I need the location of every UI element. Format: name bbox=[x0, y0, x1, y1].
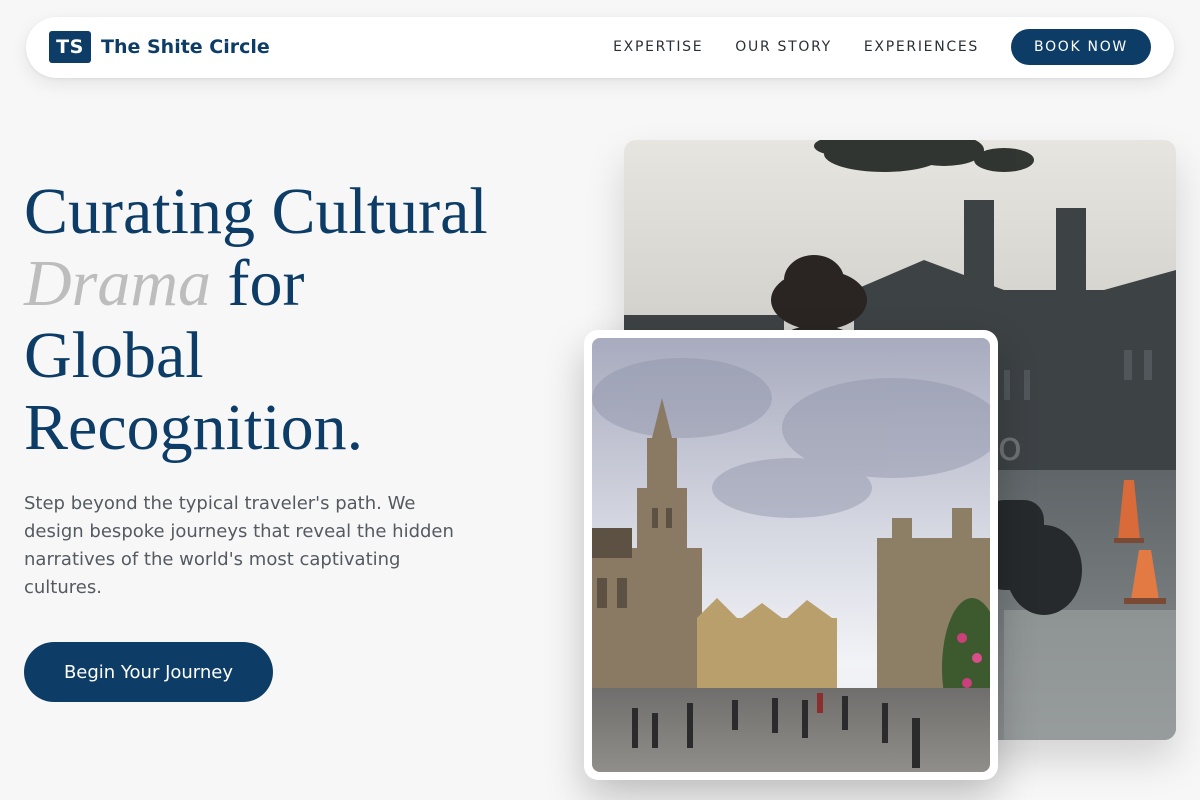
nav-link-expertise[interactable]: EXPERTISE bbox=[613, 39, 703, 55]
page: TS The Shite Circle EXPERTISE OUR STORY … bbox=[0, 0, 1200, 800]
grand-place-image-frame bbox=[584, 330, 998, 780]
grand-place-image bbox=[592, 338, 990, 772]
brand-name: The Shite Circle bbox=[101, 36, 270, 58]
nav-links: EXPERTISE OUR STORY EXPERIENCES BOOK NOW bbox=[613, 29, 1151, 65]
headline-line-2-rest: for bbox=[211, 247, 305, 320]
headline-line-4: Recognition. bbox=[24, 391, 364, 464]
headline-line-2: Drama for bbox=[24, 248, 584, 320]
hero-lead-text: Step beyond the typical traveler's path.… bbox=[24, 493, 454, 598]
book-now-button[interactable]: BOOK NOW bbox=[1011, 29, 1151, 65]
nav-link-our-story[interactable]: OUR STORY bbox=[735, 39, 832, 55]
top-navigation: TS The Shite Circle EXPERTISE OUR STORY … bbox=[26, 17, 1174, 78]
headline-accent-word: Drama bbox=[24, 247, 212, 320]
grand-place-illustration bbox=[592, 338, 990, 772]
begin-journey-button[interactable]: Begin Your Journey bbox=[24, 642, 273, 702]
headline-line-1: Curating Cultural bbox=[24, 175, 488, 248]
hero-headline: Curating Cultural Drama for Global Recog… bbox=[24, 176, 584, 464]
nav-link-experiences[interactable]: EXPERIENCES bbox=[864, 39, 979, 55]
headline-line-3: Global bbox=[24, 319, 204, 392]
brand[interactable]: TS The Shite Circle bbox=[49, 31, 270, 63]
logo-mark: TS bbox=[49, 31, 91, 63]
